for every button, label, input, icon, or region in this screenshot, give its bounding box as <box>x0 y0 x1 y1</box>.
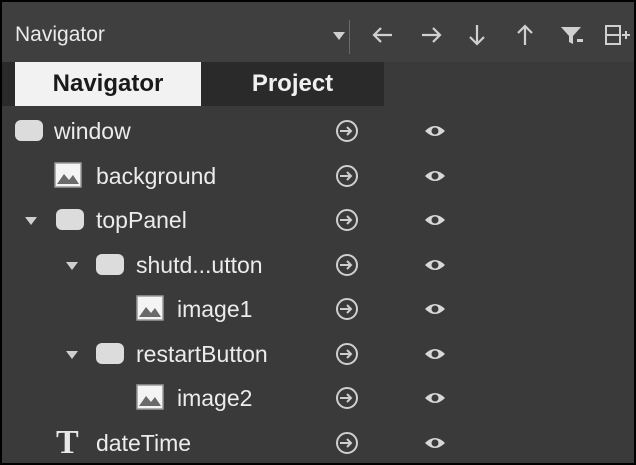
alias-export-icon[interactable] <box>335 342 359 366</box>
eye-icon[interactable] <box>423 121 447 141</box>
eye-icon[interactable] <box>423 210 447 230</box>
tree-item-label: restartButton <box>136 341 268 367</box>
tree-row-image1[interactable]: image1 <box>2 288 634 332</box>
item-icon <box>56 209 84 230</box>
arrow-left-icon[interactable] <box>366 20 400 54</box>
arrow-right-icon[interactable] <box>414 20 448 54</box>
tab-navigator[interactable]: Navigator <box>15 62 201 106</box>
alias-export-icon[interactable] <box>335 386 359 410</box>
tree-row-datetime[interactable]: T dateTime <box>2 422 634 463</box>
tree-item-label: window <box>54 118 131 144</box>
eye-icon[interactable] <box>423 433 447 453</box>
arrow-down-icon[interactable] <box>460 20 494 54</box>
image-icon <box>136 295 164 321</box>
tree-item-label: shutd...utton <box>136 252 263 278</box>
alias-export-icon[interactable] <box>335 208 359 232</box>
tab-bar-filler <box>384 62 634 106</box>
tree-item-label: background <box>96 163 217 189</box>
tree-row-shutdown-button[interactable]: shutd...utton <box>2 244 634 288</box>
expand-arrow-icon[interactable] <box>66 262 78 270</box>
tree-row-toppanel[interactable]: topPanel <box>2 199 634 243</box>
add-layout-icon[interactable] <box>600 20 634 54</box>
navigator-toolbar: Navigator <box>2 2 634 62</box>
toolbar-separator <box>349 20 350 54</box>
tab-project[interactable]: Project <box>201 62 384 106</box>
tree-item-label: dateTime <box>96 430 192 456</box>
alias-export-icon[interactable] <box>335 253 359 277</box>
expand-arrow-icon[interactable] <box>25 217 37 225</box>
eye-icon[interactable] <box>423 388 447 408</box>
eye-icon[interactable] <box>423 299 447 319</box>
tree-row-restart-button[interactable]: restartButton <box>2 333 634 377</box>
navigator-tree: window background topPanel shutd...utton <box>2 110 634 463</box>
tree-row-background[interactable]: background <box>2 155 634 199</box>
alias-export-icon[interactable] <box>335 297 359 321</box>
tree-item-label: topPanel <box>96 207 187 233</box>
image-icon <box>54 162 82 188</box>
filter-icon[interactable] <box>555 20 589 54</box>
text-icon: T <box>56 424 79 461</box>
item-icon <box>15 120 43 141</box>
tab-bar: Navigator Project <box>2 62 634 106</box>
eye-icon[interactable] <box>423 166 447 186</box>
image-icon <box>136 384 164 410</box>
navigator-panel: Navigator Navigator Project window backg… <box>0 0 636 465</box>
chevron-down-icon <box>333 32 345 40</box>
tree-row-image2[interactable]: image2 <box>2 377 634 421</box>
eye-icon[interactable] <box>423 344 447 364</box>
panel-selector-combobox[interactable]: Navigator <box>15 16 345 54</box>
item-icon <box>96 254 124 275</box>
item-icon <box>96 343 124 364</box>
alias-export-icon[interactable] <box>335 431 359 455</box>
alias-export-icon[interactable] <box>335 119 359 143</box>
eye-icon[interactable] <box>423 255 447 275</box>
arrow-up-icon[interactable] <box>508 20 542 54</box>
alias-export-icon[interactable] <box>335 164 359 188</box>
tree-item-label: image1 <box>177 296 253 322</box>
tree-row-window[interactable]: window <box>2 110 634 154</box>
panel-selector-label: Navigator <box>15 23 105 46</box>
expand-arrow-icon[interactable] <box>66 351 78 359</box>
tree-item-label: image2 <box>177 385 253 411</box>
